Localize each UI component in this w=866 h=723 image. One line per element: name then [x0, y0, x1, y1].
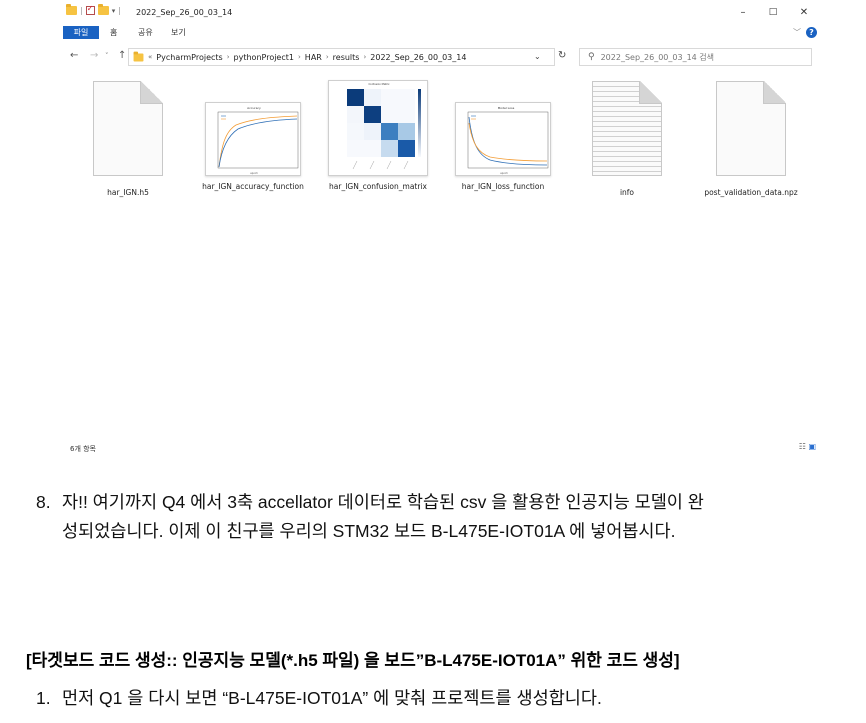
paragraph-line: 성되었습니다. 이제 이 친구를 우리의 STM32 보드 B-L475E-IO… [62, 521, 676, 541]
breadcrumb-item[interactable]: 2022_Sep_26_00_03_14 [370, 53, 466, 62]
svg-text:epoch: epoch [500, 171, 508, 175]
minimize-button[interactable]: – [736, 7, 750, 18]
blank-file-icon [716, 81, 786, 176]
refresh-icon[interactable]: ↻ [558, 50, 566, 61]
file-name: har_IGN_loss_function [461, 182, 545, 191]
tab-file[interactable]: 파일 [63, 26, 99, 39]
file-name: har_IGN_accuracy_function [202, 182, 304, 191]
folder-icon [66, 4, 77, 15]
search-icon: ⚲ [588, 52, 595, 62]
svg-text:Accuracy: Accuracy [247, 106, 261, 110]
address-bar[interactable]: « PycharmProjects › pythonProject1 › HAR… [128, 48, 555, 66]
address-dropdown-icon[interactable]: ⌄ [534, 52, 541, 61]
svg-text:epoch: epoch [250, 171, 258, 175]
overflow-icon[interactable]: « [148, 53, 152, 61]
confusion-matrix-thumbnail: Confusion Matrix [328, 80, 428, 176]
status-item-count: 6개 항목 [70, 445, 96, 453]
paragraph-line: 자!! 여기까지 Q4 에서 3축 accellator 데이터로 학습된 cs… [62, 492, 704, 512]
blank-file-icon [93, 81, 163, 176]
loss-chart-thumbnail: Model Loss epoch [455, 102, 551, 176]
properties-icon[interactable] [85, 4, 95, 15]
file-item[interactable]: Accuracy epoch har_IGN_accuracy_function [188, 78, 318, 191]
expand-ribbon-icon[interactable]: ﹀ [793, 27, 801, 38]
ribbon-tabs: 파일 홈 공유 보기 ﹀ ? [58, 24, 820, 40]
breadcrumb-item[interactable]: pythonProject1 [234, 53, 294, 62]
breadcrumb-item[interactable]: PycharmProjects [156, 53, 222, 62]
maximize-button[interactable]: □ [766, 7, 780, 17]
section-heading: [타겟보드 코드 생성:: 인공지능 모델(*.h5 파일) 을 보드”B-L4… [26, 651, 680, 670]
text-file-icon [592, 81, 662, 176]
up-icon[interactable]: ↑ [118, 50, 126, 61]
tab-home[interactable]: 홈 [110, 26, 117, 39]
file-item[interactable]: Model Loss epoch har_IGN_loss_function [438, 78, 568, 191]
search-box[interactable]: ⚲ 2022_Sep_26_00_03_14 검색 [579, 48, 812, 66]
folder-icon [133, 51, 144, 62]
svg-text:Confusion Matrix: Confusion Matrix [368, 82, 390, 86]
breadcrumb-item[interactable]: results [333, 53, 360, 62]
list-number: 1. [36, 688, 51, 708]
file-item[interactable]: info [562, 78, 692, 197]
svg-text:Model Loss: Model Loss [498, 106, 515, 110]
details-view-icon[interactable]: ☷ [799, 442, 806, 451]
quick-access-toolbar: | ▾ | [66, 4, 121, 15]
customize-toolbar-icon[interactable]: ▾ [112, 7, 116, 15]
file-list: har_IGN.h5 Accuracy epoch har_IGN_accura… [58, 78, 820, 198]
paragraph-line: 먼저 Q1 을 다시 보면 “B-L475E-IOT01A” 에 맞춰 프로젝트… [62, 688, 602, 708]
title-bar: | ▾ | 2022_Sep_26_00_03_14 – □ ✕ [58, 0, 820, 24]
search-input[interactable]: 2022_Sep_26_00_03_14 검색 [601, 52, 714, 63]
separator: | [118, 6, 121, 15]
new-folder-icon[interactable] [97, 4, 109, 15]
chevron-right-icon[interactable]: › [363, 53, 366, 61]
file-item[interactable]: post_validation_data.npz [686, 78, 816, 197]
file-explorer-window: | ▾ | 2022_Sep_26_00_03_14 – □ ✕ 파일 홈 공유… [58, 0, 820, 460]
file-name: post_validation_data.npz [704, 188, 798, 197]
large-icons-view-icon[interactable]: ▣ [808, 442, 816, 451]
back-icon[interactable]: ← [70, 50, 78, 61]
chevron-right-icon[interactable]: › [227, 53, 230, 61]
file-name: har_IGN_confusion_matrix [329, 182, 427, 191]
forward-icon[interactable]: → [90, 50, 98, 61]
separator: | [80, 6, 83, 15]
accuracy-chart-thumbnail: Accuracy epoch [205, 102, 301, 176]
recent-dropdown-icon[interactable]: ˅ [105, 52, 109, 60]
file-item[interactable]: har_IGN.h5 [63, 78, 193, 197]
tab-share[interactable]: 공유 [138, 26, 153, 39]
chevron-right-icon[interactable]: › [326, 53, 329, 61]
close-button[interactable]: ✕ [797, 7, 811, 18]
breadcrumb-item[interactable]: HAR [305, 53, 322, 62]
help-icon[interactable]: ? [806, 27, 817, 38]
navigation-bar: ← → ˅ ↑ « PycharmProjects › pythonProjec… [58, 46, 820, 68]
list-number: 8. [36, 492, 51, 512]
window-title: 2022_Sep_26_00_03_14 [136, 8, 233, 17]
file-name: info [619, 188, 635, 197]
file-item[interactable]: Confusion Matrix har_IGN_confusion_matri… [313, 78, 443, 191]
chevron-right-icon[interactable]: › [298, 53, 301, 61]
view-toggle: ☷ ▣ [799, 442, 816, 451]
tab-view[interactable]: 보기 [171, 26, 186, 39]
file-name: har_IGN.h5 [107, 188, 149, 197]
